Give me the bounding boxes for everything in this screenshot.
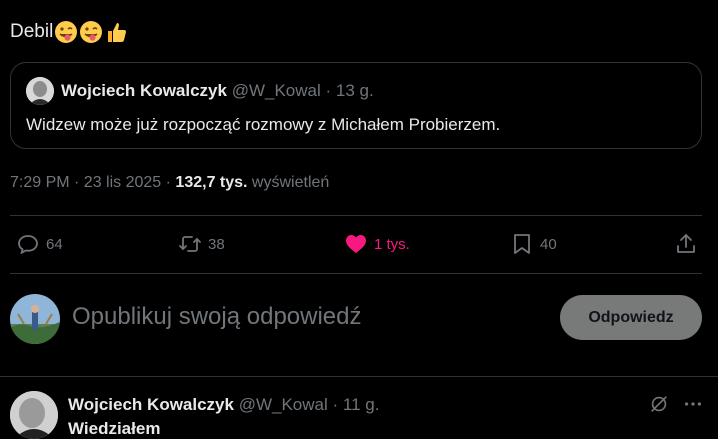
- heart-icon: [346, 235, 366, 253]
- share-icon: [677, 234, 695, 253]
- next-tweet[interactable]: Wojciech Kowalczyk @W_Kowal · 11 g. Wied…: [0, 377, 718, 439]
- reply-composer: Opublikuj swoją odpowiedź Odpowiedz: [0, 273, 718, 375]
- bookmark-count: 40: [540, 235, 557, 253]
- share-button[interactable]: [674, 216, 704, 272]
- next-tweet-header: Wojciech Kowalczyk @W_Kowal · 11 g.: [68, 395, 379, 415]
- bookmark-button[interactable]: 40: [510, 216, 557, 272]
- quoted-author-avatar[interactable]: [26, 77, 54, 105]
- reply-input[interactable]: Opublikuj swoją odpowiedź: [72, 303, 362, 331]
- reply-button[interactable]: 64: [16, 216, 63, 272]
- next-tweet-tools: [648, 393, 704, 415]
- thumbs-up-icon: [108, 23, 127, 42]
- next-author-name[interactable]: Wojciech Kowalczyk: [68, 395, 234, 414]
- tweet-meta: 7:29 PM · 23 lis 2025 · 132,7 tys. wyświ…: [10, 174, 329, 192]
- tweet-timestamp[interactable]: 7:29 PM · 23 lis 2025 ·: [10, 174, 175, 191]
- tweet-text-content: Debil: [10, 21, 54, 42]
- bookmark-icon: [514, 234, 530, 254]
- reply-submit-button[interactable]: Odpowiedz: [560, 295, 702, 340]
- next-author-avatar[interactable]: [10, 391, 58, 439]
- winking-tongue-face-icon: [55, 21, 78, 43]
- tweet-actions: 64 38 1 tys. 40: [10, 216, 702, 272]
- quoted-author-name[interactable]: Wojciech Kowalczyk: [61, 81, 227, 100]
- repost-button[interactable]: 38: [178, 216, 225, 272]
- next-tweet-time: · 11 g.: [332, 395, 380, 414]
- winking-tongue-face-icon: [80, 21, 103, 43]
- repost-icon: [179, 236, 201, 252]
- quoted-tweet-time: · 13 g.: [325, 81, 374, 100]
- quoted-tweet-text: Widzew może już rozpocząć rozmowy z Mich…: [26, 115, 501, 134]
- like-count: 1 tys.: [374, 235, 410, 253]
- more-options-icon[interactable]: [682, 393, 704, 415]
- my-avatar[interactable]: [10, 294, 60, 344]
- tweet-text: Debil: [10, 20, 128, 44]
- like-button[interactable]: 1 tys.: [344, 216, 410, 272]
- quoted-author-handle[interactable]: @W_Kowal: [232, 81, 321, 100]
- views-label: wyświetleń: [247, 174, 330, 191]
- next-tweet-text: Wiedziałem: [68, 419, 160, 439]
- repost-count: 38: [208, 235, 225, 253]
- reply-icon: [18, 235, 38, 254]
- grok-icon[interactable]: [648, 393, 670, 415]
- next-author-handle[interactable]: @W_Kowal: [239, 395, 328, 414]
- quoted-tweet-card[interactable]: Wojciech Kowalczyk @W_Kowal · 13 g. Widz…: [10, 62, 702, 149]
- views-count: 132,7 tys.: [175, 174, 248, 191]
- reply-count: 64: [46, 235, 63, 253]
- quoted-tweet-header: Wojciech Kowalczyk @W_Kowal · 13 g.: [61, 81, 374, 101]
